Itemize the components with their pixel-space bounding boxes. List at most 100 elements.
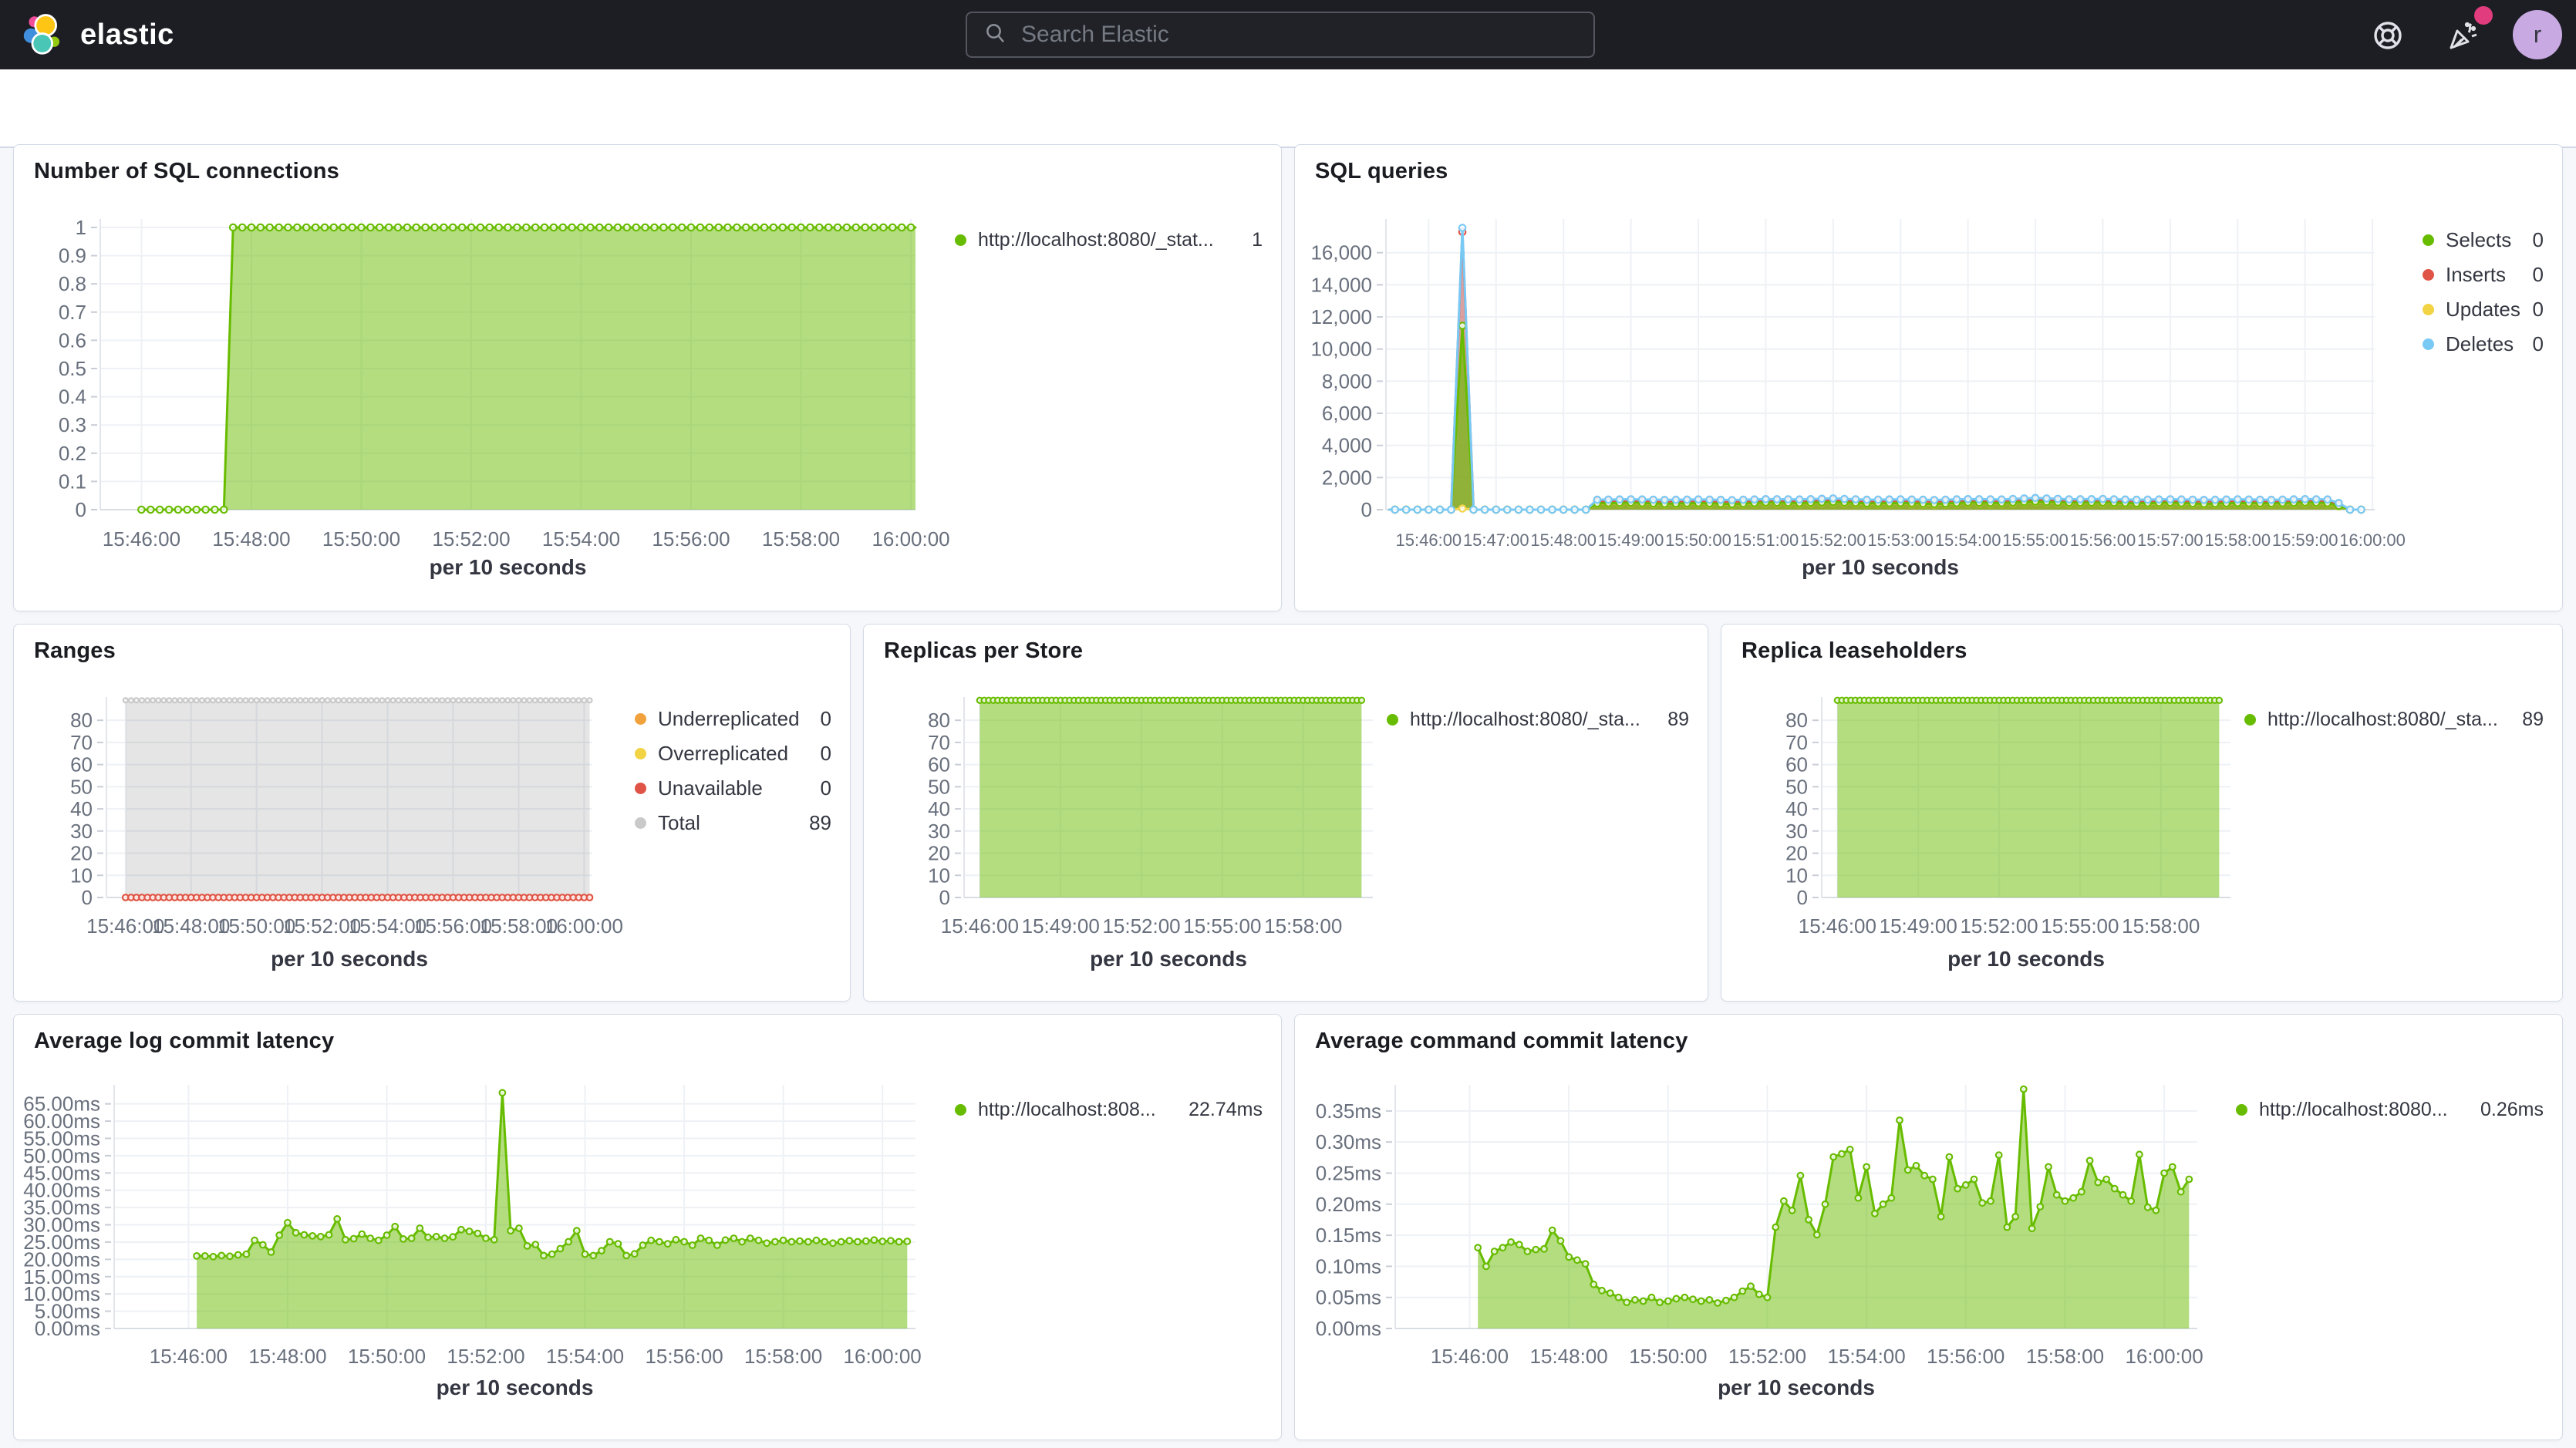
svg-text:15:52:00: 15:52:00 bbox=[1728, 1345, 1806, 1368]
svg-text:15:50:00: 15:50:00 bbox=[1629, 1345, 1707, 1368]
legend-item[interactable]: Unavailable0 bbox=[635, 771, 831, 806]
legend-item[interactable]: Updates0 bbox=[2423, 292, 2544, 327]
svg-text:15:46:00: 15:46:00 bbox=[1396, 530, 1462, 550]
svg-text:60: 60 bbox=[1785, 753, 1808, 776]
svg-text:15:48:00: 15:48:00 bbox=[1530, 1345, 1608, 1368]
legend-label: http://localhost:8080... bbox=[2259, 1099, 2468, 1121]
svg-text:15:55:00: 15:55:00 bbox=[2041, 914, 2119, 938]
chart-canvas[interactable]: 15:46:0015:49:0015:52:0015:55:0015:58:00… bbox=[864, 625, 1709, 1002]
svg-text:0.35ms: 0.35ms bbox=[1316, 1099, 1381, 1123]
svg-text:2,000: 2,000 bbox=[1322, 466, 1372, 489]
svg-text:per 10 seconds: per 10 seconds bbox=[1718, 1376, 1875, 1399]
svg-text:0: 0 bbox=[76, 498, 86, 521]
chart-canvas[interactable]: 15:46:00 15:48:00 15:50:00 15:52:00 15:54:00… bbox=[1295, 1015, 2564, 1441]
panel-sql-queries: SQL queries 15:46:0015:47:0015:48:0015:4… bbox=[1294, 144, 2563, 611]
legend-item[interactable]: Inserts0 bbox=[2423, 258, 2544, 292]
svg-text:16:00:00: 16:00:00 bbox=[2126, 1345, 2203, 1368]
legend-value: 0 bbox=[2533, 332, 2544, 356]
chart-legend: http://localhost:8080/_sta...89 bbox=[1387, 702, 1689, 737]
chart-canvas[interactable]: 15:46:0015:47:0015:48:0015:49:0015:50:00… bbox=[1295, 145, 2564, 612]
svg-text:per 10 seconds: per 10 seconds bbox=[271, 947, 428, 971]
legend-item[interactable]: Deletes0 bbox=[2423, 327, 2544, 362]
svg-text:15:46:00: 15:46:00 bbox=[150, 1345, 228, 1368]
brand-wordmark: elastic bbox=[80, 19, 174, 52]
svg-text:6,000: 6,000 bbox=[1322, 402, 1372, 425]
svg-text:30: 30 bbox=[1785, 820, 1808, 843]
chart-legend: http://localhost:8080... 0.26ms bbox=[2236, 1093, 2544, 1127]
svg-text:10: 10 bbox=[70, 864, 93, 887]
svg-text:0.1: 0.1 bbox=[59, 470, 86, 493]
svg-text:60: 60 bbox=[70, 753, 93, 776]
svg-text:15:46:00: 15:46:00 bbox=[1431, 1345, 1509, 1368]
svg-text:15:47:00: 15:47:00 bbox=[1463, 530, 1529, 550]
panel-title: Replicas per Store bbox=[884, 638, 1083, 664]
panel-title: Average command commit latency bbox=[1315, 1029, 1688, 1054]
svg-text:0.9: 0.9 bbox=[59, 244, 86, 268]
help-icon[interactable] bbox=[2369, 17, 2406, 54]
legend-value: 0 bbox=[2533, 263, 2544, 287]
series-color-dot bbox=[2423, 304, 2434, 315]
svg-text:16:00:00: 16:00:00 bbox=[872, 527, 949, 551]
legend-item[interactable]: Underreplicated0 bbox=[635, 702, 831, 736]
global-search[interactable] bbox=[966, 12, 1595, 58]
legend-label: Underreplicated bbox=[658, 707, 808, 731]
svg-text:50: 50 bbox=[70, 775, 93, 798]
legend-value: 0.26ms bbox=[2480, 1099, 2544, 1121]
svg-text:per 10 seconds: per 10 seconds bbox=[1947, 947, 2105, 971]
svg-text:10,000: 10,000 bbox=[1310, 338, 1372, 361]
svg-text:15:46:00: 15:46:00 bbox=[941, 914, 1019, 938]
svg-text:14,000: 14,000 bbox=[1310, 273, 1372, 296]
elastic-brand[interactable]: elastic bbox=[22, 11, 174, 59]
svg-text:0: 0 bbox=[1361, 498, 1372, 521]
svg-text:0.10ms: 0.10ms bbox=[1316, 1254, 1381, 1278]
breadcrumb-toolbar: D Dashboard / [Metricbeat CockroachDB] O… bbox=[0, 69, 2576, 148]
series-color-dot bbox=[955, 234, 966, 246]
svg-text:0.6: 0.6 bbox=[59, 328, 86, 352]
legend-value: 89 bbox=[2522, 709, 2544, 731]
panel-sql-connections: Number of SQL connections 15:46:0015:48:… bbox=[13, 144, 1282, 611]
svg-text:65.00ms: 65.00ms bbox=[23, 1093, 100, 1116]
svg-text:15:51:00: 15:51:00 bbox=[1733, 530, 1799, 550]
chart-canvas[interactable]: 15:46:0015:48:0015:50:0015:52:0015:54:00… bbox=[14, 1015, 1283, 1441]
legend-value: 1 bbox=[1252, 229, 1263, 251]
search-input[interactable] bbox=[1020, 21, 1576, 49]
legend-label: http://localhost:8080/_stat... bbox=[978, 229, 1239, 251]
legend-item[interactable]: Selects 0 bbox=[2423, 223, 2544, 258]
legend-item[interactable]: Overreplicated0 bbox=[635, 736, 831, 771]
chart-canvas[interactable]: 15:46:0015:49:0015:52:0015:55:0015:58:00… bbox=[1721, 625, 2564, 1002]
legend-label: Selects bbox=[2446, 228, 2520, 252]
svg-text:8,000: 8,000 bbox=[1322, 369, 1372, 392]
svg-text:15:56:00: 15:56:00 bbox=[645, 1345, 723, 1368]
legend-item[interactable]: http://localhost:8080... 0.26ms bbox=[2236, 1093, 2544, 1127]
svg-text:10: 10 bbox=[928, 864, 950, 887]
svg-text:40: 40 bbox=[928, 797, 950, 820]
panel-title: Ranges bbox=[34, 638, 116, 664]
legend-item[interactable]: http://localhost:8080/_stat... 1 bbox=[955, 223, 1263, 258]
svg-text:15:48:00: 15:48:00 bbox=[1530, 530, 1597, 550]
legend-item[interactable]: Total89 bbox=[635, 806, 831, 840]
svg-text:15:52:00: 15:52:00 bbox=[1800, 530, 1866, 550]
legend-value: 89 bbox=[1667, 709, 1689, 731]
svg-text:15:54:00: 15:54:00 bbox=[542, 527, 620, 551]
svg-text:15:49:00: 15:49:00 bbox=[1880, 914, 1957, 938]
panel-title: Number of SQL connections bbox=[34, 159, 339, 184]
svg-text:15:50:00: 15:50:00 bbox=[348, 1345, 426, 1368]
user-avatar[interactable]: r bbox=[2513, 10, 2562, 59]
svg-text:50: 50 bbox=[1785, 775, 1808, 798]
legend-item[interactable]: http://localhost:8080/_sta... 89 bbox=[2244, 702, 2544, 737]
legend-value: 0 bbox=[2533, 228, 2544, 252]
legend-label: http://localhost:8080/_sta... bbox=[2267, 709, 2510, 731]
panel-title: Replica leaseholders bbox=[1741, 638, 1967, 664]
svg-text:20: 20 bbox=[928, 842, 950, 865]
legend-item[interactable]: http://localhost:8080/_sta...89 bbox=[1387, 702, 1689, 737]
newsfeed-icon[interactable] bbox=[2443, 17, 2480, 54]
svg-text:15:55:00: 15:55:00 bbox=[2002, 530, 2069, 550]
svg-text:0.15ms: 0.15ms bbox=[1316, 1224, 1381, 1247]
svg-text:70: 70 bbox=[70, 731, 93, 754]
legend-item[interactable]: http://localhost:808...22.74ms bbox=[955, 1093, 1263, 1127]
svg-text:15:54:00: 15:54:00 bbox=[1828, 1345, 1906, 1368]
svg-text:per 10 seconds: per 10 seconds bbox=[1090, 947, 1247, 971]
svg-text:1: 1 bbox=[76, 216, 86, 239]
chart-canvas[interactable]: 15:46:0015:48:0015:50:0015:52:0015:54:00… bbox=[14, 145, 1283, 612]
svg-text:70: 70 bbox=[1785, 731, 1808, 754]
